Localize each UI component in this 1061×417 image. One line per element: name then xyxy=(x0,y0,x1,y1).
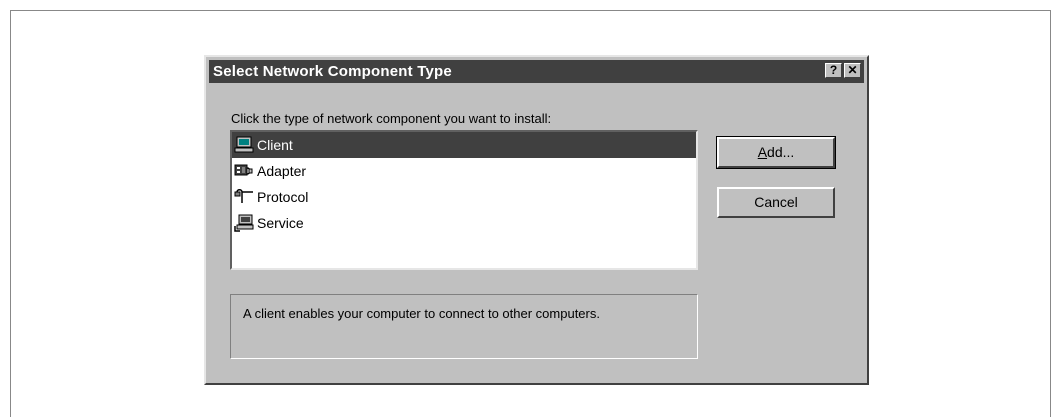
cancel-button[interactable]: Cancel xyxy=(717,187,835,218)
network-adapter-icon xyxy=(234,164,253,176)
close-button[interactable]: ✕ xyxy=(844,63,861,78)
client-computer-icon xyxy=(234,136,254,153)
dialog-title: Select Network Component Type xyxy=(213,63,452,80)
list-item-label: Protocol xyxy=(257,189,309,205)
protocol-cable-icon xyxy=(234,189,253,203)
list-item-label: Service xyxy=(257,215,304,231)
component-type-list[interactable]: Client Adapter Protocol Service xyxy=(230,130,698,270)
select-network-component-dialog: Select Network Component Type ? ✕ Click … xyxy=(204,55,869,385)
list-item-service[interactable]: Service xyxy=(232,210,696,236)
component-description: A client enables your computer to connec… xyxy=(230,294,698,359)
list-item-client[interactable]: Client xyxy=(232,132,696,158)
add-button[interactable]: Add... xyxy=(716,136,836,169)
list-item-label: Client xyxy=(257,137,293,153)
dialog-titlebar[interactable]: Select Network Component Type ? ✕ xyxy=(209,60,864,83)
component-prompt: Click the type of network component you … xyxy=(231,111,552,126)
list-item-adapter[interactable]: Adapter xyxy=(232,158,696,184)
list-item-label: Adapter xyxy=(257,163,307,179)
list-item-protocol[interactable]: Protocol xyxy=(232,184,696,210)
help-button[interactable]: ? xyxy=(825,63,842,78)
service-computer-icon xyxy=(234,214,254,232)
